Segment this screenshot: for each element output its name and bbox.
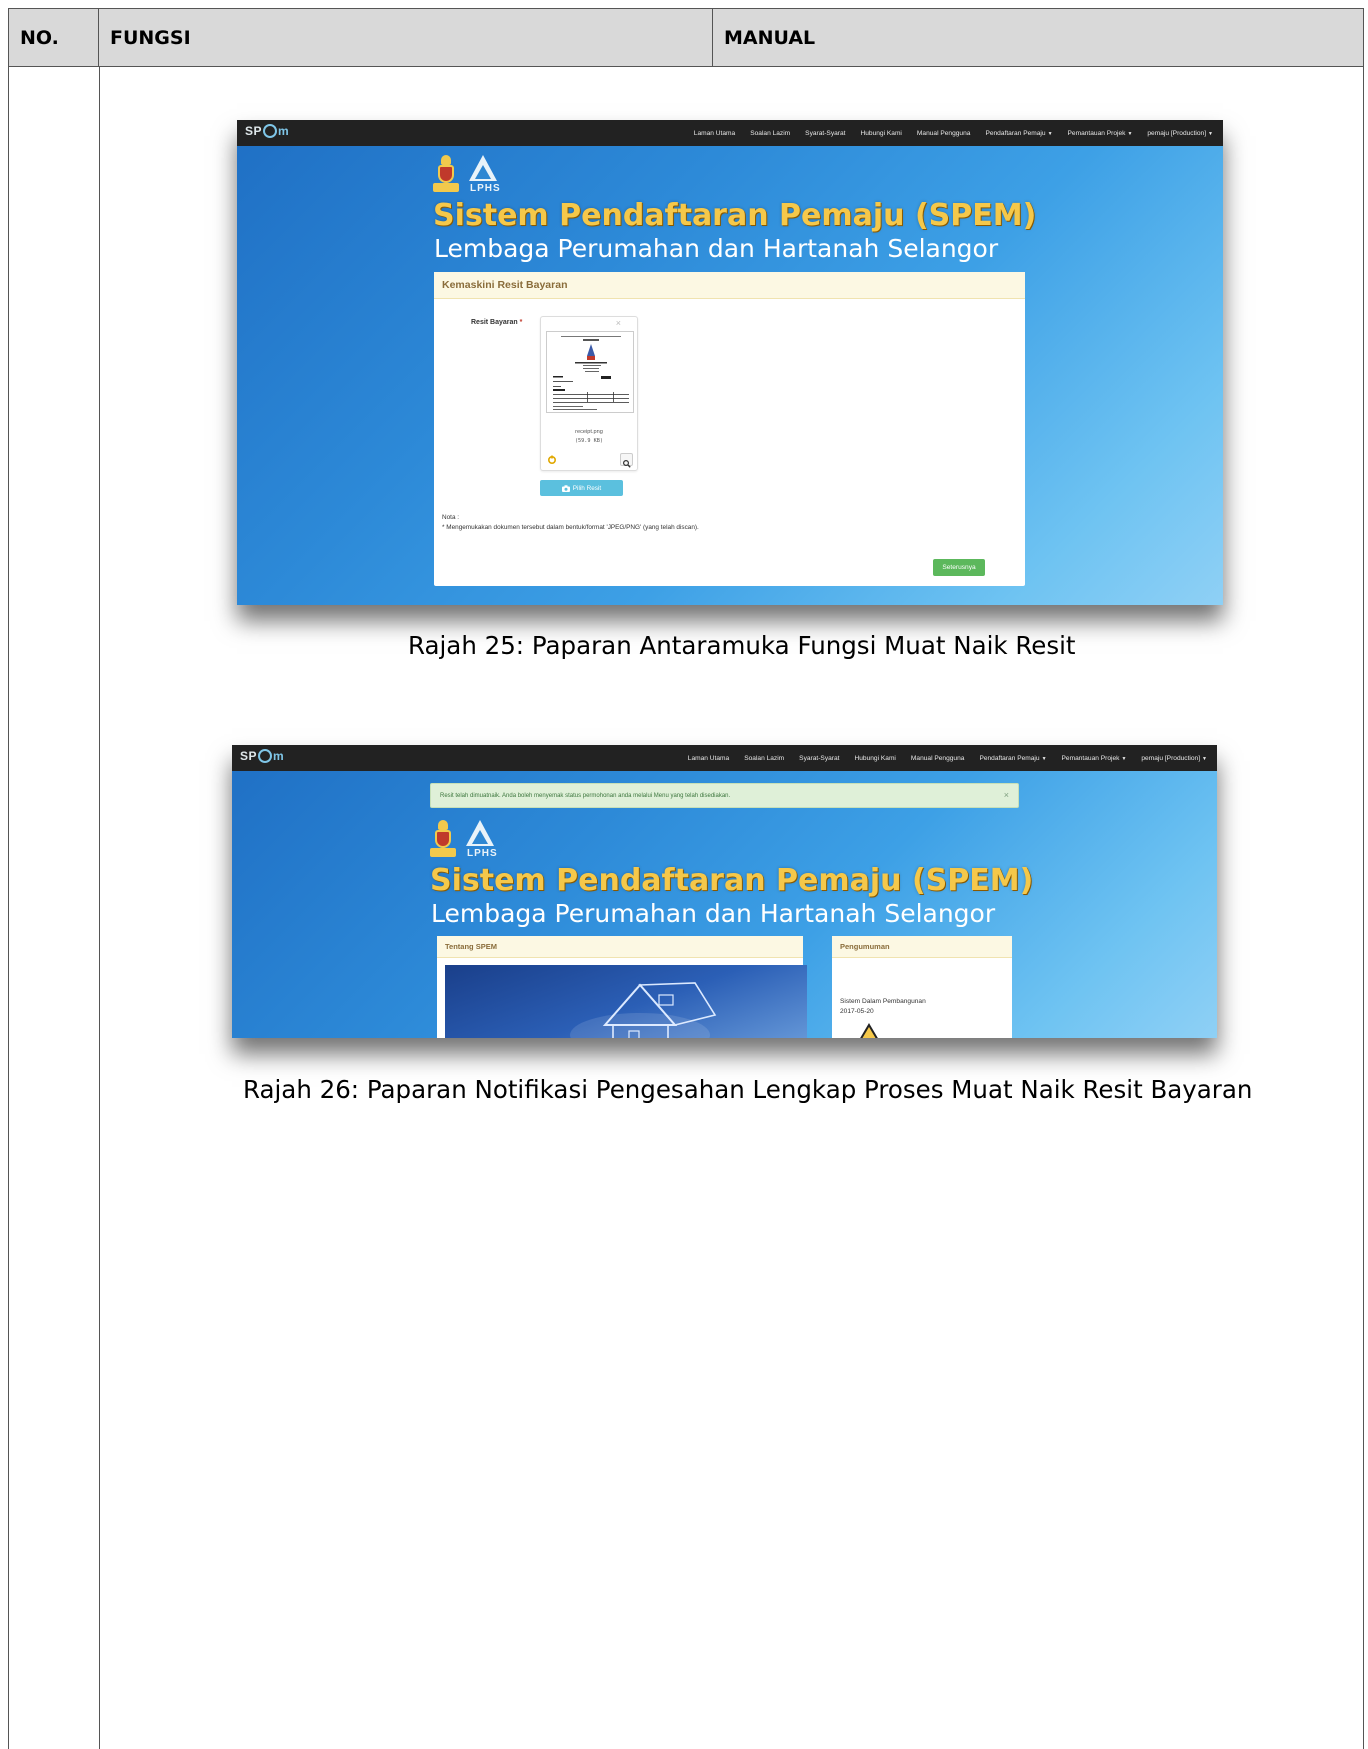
camera-icon [561,484,570,492]
house-icon [570,982,717,1038]
file-preview-card: × receipt.png (59.9 KB) [540,316,638,471]
nav-item-manual-pengguna[interactable]: Manual Pengguna [911,755,965,762]
caret-down-icon: ▼ [1047,130,1053,137]
nav-label: Pendaftaran Pemaju [985,129,1046,137]
nav-item-manual-pengguna[interactable]: Manual Pengguna [917,130,971,137]
upload-icon [547,455,557,465]
announcement-title[interactable]: Sistem Dalam Pembangunan [840,998,926,1005]
caret-down-icon: ▼ [1041,755,1047,762]
lphs-logo-icon: LPHS [467,155,500,195]
nav-item-user-menu[interactable]: pemaju [Production] ▼ [1141,755,1207,762]
navbar: SP m Laman Utama Soalan Lazim Syarat-Syar… [237,120,1223,146]
brand-suffix: m [273,749,285,763]
brand-ring-icon [263,124,278,138]
nav-item-laman-utama[interactable]: Laman Utama [694,130,735,137]
panel-heading: Kemaskini Resit Bayaran [434,272,1025,299]
zoom-icon [622,459,631,468]
nav-item-syarat-syarat[interactable]: Syarat-Syarat [799,755,839,762]
nav-item-laman-utama[interactable]: Laman Utama [688,755,729,762]
nav-label: Pemantauan Projek [1061,754,1120,762]
table-header-row: NO. FUNGSI MANUAL [9,9,1363,67]
alert-close-button[interactable]: × [1004,790,1009,800]
site-subtitle: Lembaga Perumahan dan Hartanah Selangor [431,899,996,928]
navbar: SP m Laman Utama Soalan Lazim Syarat-Syar… [232,745,1217,771]
nav-item-pemantauan-projek[interactable]: Pemantauan Projek ▼ [1068,130,1133,137]
receipt-document-icon [553,336,629,410]
success-alert: Resit telah dimuatnaik. Anda boleh menye… [430,783,1019,808]
announcement-panel: Pengumuman Sistem Dalam Pembangunan 2017… [832,936,1012,1038]
nav-menu: Laman Utama Soalan Lazim Syarat-Syarat H… [694,120,1213,146]
column-divider [99,67,100,1749]
nav-item-syarat-syarat[interactable]: Syarat-Syarat [805,130,845,137]
logo-group: LPHS [433,155,500,195]
nav-label: Pemantauan Projek [1067,129,1126,137]
header-no: NO. [9,9,99,67]
choose-receipt-button[interactable]: Pilih Resit [540,480,623,496]
screenshot-upload-success: SP m Laman Utama Soalan Lazim Syarat-Syar… [232,745,1217,1038]
nav-item-soalan-lazim[interactable]: Soalan Lazim [744,755,784,762]
choose-receipt-label: Pilih Resit [572,484,602,492]
note-title: Nota : [442,514,460,521]
screenshot-upload-receipt: SP m Laman Utama Soalan Lazim Syarat-Syar… [237,120,1223,605]
spem-brand-logo[interactable]: SP m [240,749,284,763]
nav-item-pemantauan-projek[interactable]: Pemantauan Projek ▼ [1062,755,1127,762]
caret-down-icon: ▼ [1127,130,1133,137]
receipt-thumbnail [546,331,634,413]
caret-down-icon: ▼ [1202,755,1207,762]
remove-file-button[interactable]: × [616,318,621,328]
nav-item-hubungi-kami[interactable]: Hubungi Kami [860,130,901,137]
caret-down-icon: ▼ [1121,755,1127,762]
note-text: * Mengemukakan dokumen tersebut dalam be… [442,524,699,531]
nav-item-hubungi-kami[interactable]: Hubungi Kami [854,755,895,762]
warning-icon [860,1023,878,1038]
nav-item-pendaftaran-pemaju[interactable]: Pendaftaran Pemaju ▼ [985,130,1052,137]
field-label-text: Resit Bayaran [471,319,518,326]
required-mark: * [519,319,523,326]
brand-suffix: m [278,124,290,138]
receipt-panel: Kemaskini Resit Bayaran Resit Bayaran * … [434,272,1025,586]
announcement-panel-heading: Pengumuman [832,936,1012,958]
brand-prefix: SP [245,124,263,138]
spem-brand-logo[interactable]: SP m [245,124,289,138]
header-manual: MANUAL [724,27,816,49]
selangor-crest-icon [430,820,456,860]
brand-prefix: SP [240,749,258,763]
zoom-button[interactable] [620,453,633,468]
site-title: Sistem Pendaftaran Pemaju (SPEM) [433,198,1037,233]
logo-group: LPHS [430,820,497,860]
lphs-logo-icon: LPHS [464,820,497,860]
nav-menu: Laman Utama Soalan Lazim Syarat-Syarat H… [688,745,1207,771]
selangor-crest-icon [433,155,459,195]
house-banner [445,965,807,1038]
file-name: receipt.png [575,429,603,435]
field-label: Resit Bayaran * [471,319,522,326]
nav-item-soalan-lazim[interactable]: Soalan Lazim [750,130,790,137]
site-title: Sistem Pendaftaran Pemaju (SPEM) [430,863,1034,898]
announcement-date: 2017-05-20 [840,1008,874,1015]
caret-down-icon: ▼ [1208,130,1213,137]
about-panel-heading: Tentang SPEM [437,936,803,958]
nav-label: pemaju [Production] [1147,129,1207,137]
file-size: (59.9 KB) [574,438,604,444]
header-fungsi: FUNGSI [99,9,713,67]
nav-item-pendaftaran-pemaju[interactable]: Pendaftaran Pemaju ▼ [979,755,1046,762]
nav-label: pemaju [Production] [1141,754,1201,762]
nav-label: Pendaftaran Pemaju [979,754,1040,762]
lphs-logo-text: LPHS [467,848,498,859]
alert-message: Resit telah dimuatnaik. Anda boleh menye… [440,792,731,799]
nav-item-user-menu[interactable]: pemaju [Production] ▼ [1147,130,1213,137]
lphs-logo-text: LPHS [470,183,501,194]
site-subtitle: Lembaga Perumahan dan Hartanah Selangor [434,234,999,263]
figure-25-caption: Rajah 25: Paparan Antaramuka Fungsi Muat… [408,631,1076,660]
next-button[interactable]: Seterusnya [933,559,985,576]
brand-ring-icon [258,749,273,763]
about-spem-panel: Tentang SPEM [437,936,807,1038]
figure-26-caption: Rajah 26: Paparan Notifikasi Pengesahan … [243,1075,1253,1104]
